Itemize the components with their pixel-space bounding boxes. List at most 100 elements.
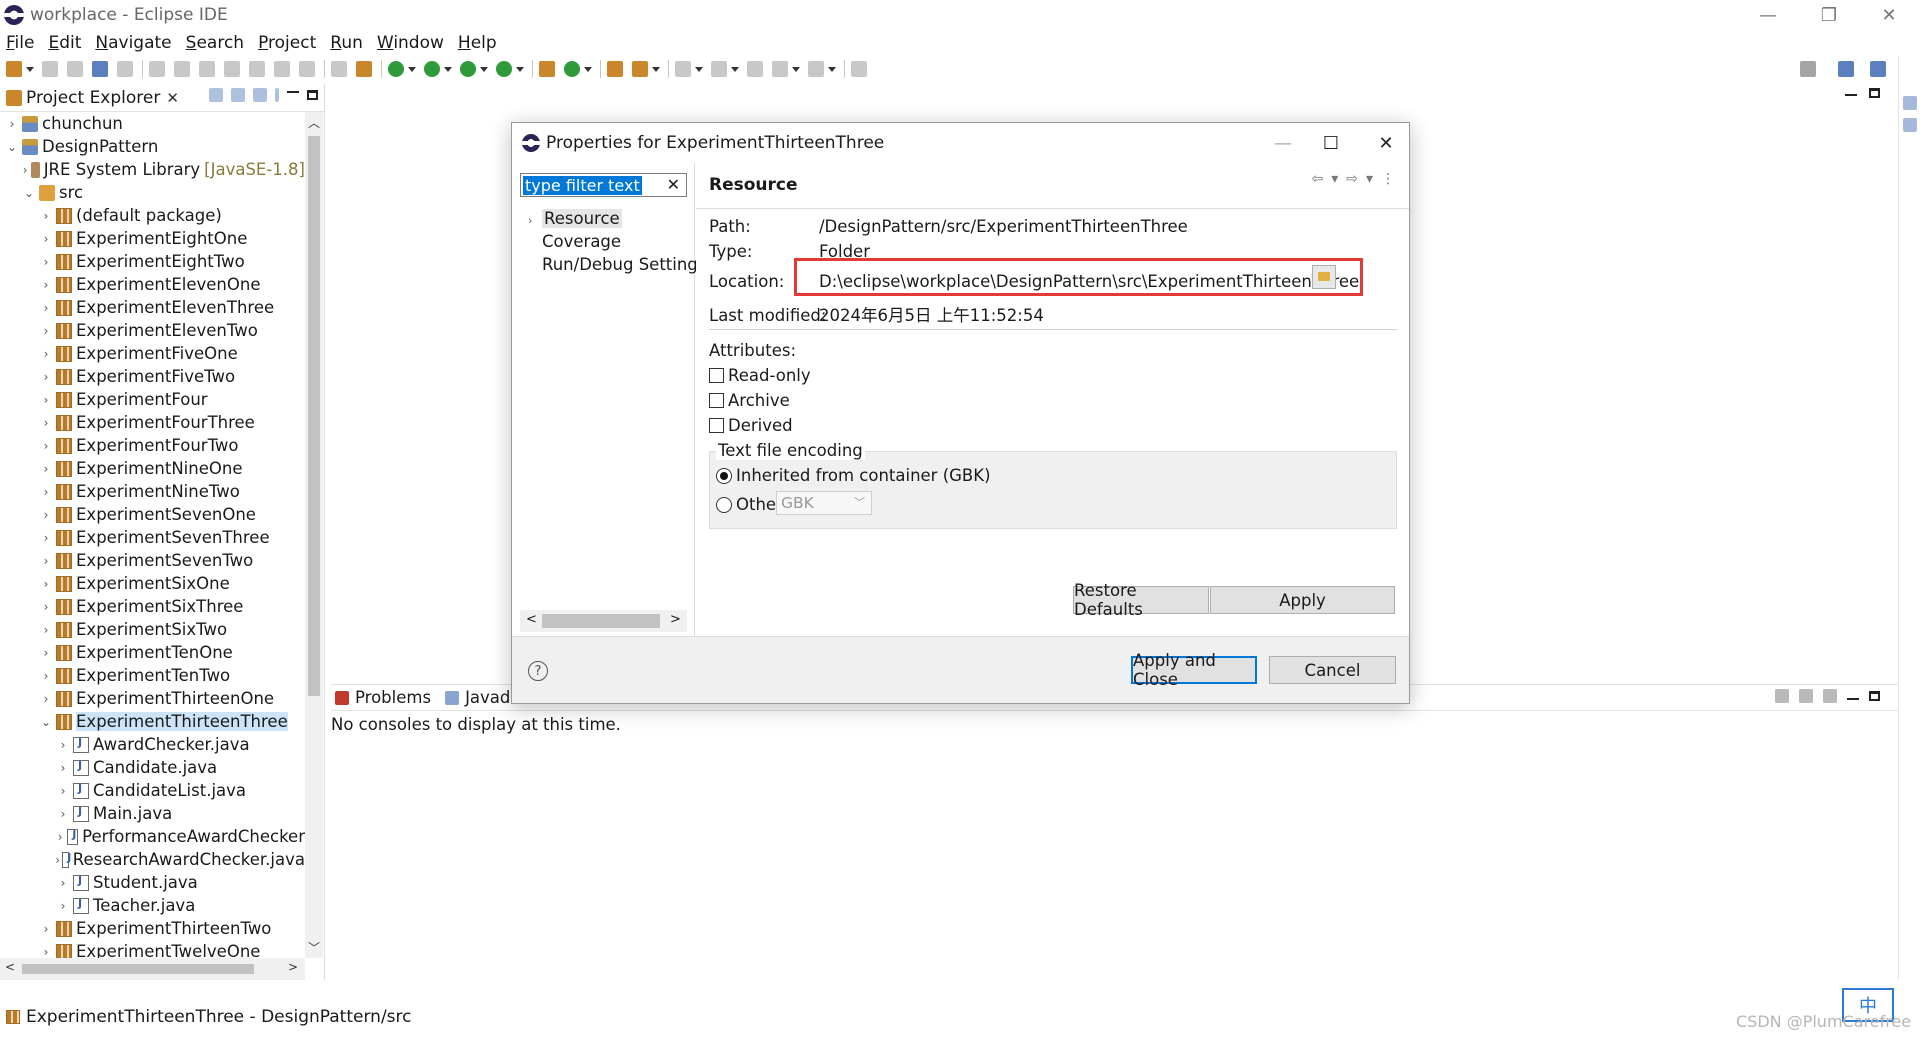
filter-input[interactable]: type filter text ✕ [520,173,687,197]
new-java-package-icon[interactable] [539,61,555,77]
expand-icon[interactable]: › [55,738,71,752]
expand-icon[interactable]: › [38,945,54,959]
expand-icon[interactable]: › [38,370,54,384]
collapse-icon[interactable]: ⌄ [38,715,54,729]
coverage-dropdown-icon[interactable] [480,66,488,72]
expand-icon[interactable]: › [55,853,60,867]
new-class-dropdown-icon[interactable] [584,66,592,72]
previous-annotation-dropdown-icon[interactable] [731,66,739,72]
scroll-left-icon[interactable]: < [526,612,537,627]
help-icon[interactable]: ? [528,661,548,681]
next-annotation-icon[interactable] [675,61,691,77]
scroll-right-icon[interactable]: > [670,612,681,627]
radio-dot[interactable] [716,467,732,484]
nav-horizontal-scrollbar[interactable]: < > [520,610,687,632]
expand-icon[interactable]: › [38,508,54,522]
read-only-checkbox[interactable]: Read-only [709,366,811,385]
debug-dropdown-icon[interactable] [408,66,416,72]
external-tools-icon[interactable] [356,61,372,77]
tree-item[interactable]: › ResearchAwardChecker.java [0,848,305,871]
tree-item[interactable]: › ExperimentTenOne [0,641,305,664]
dialog-maximize-button[interactable]: ☐ [1308,123,1354,163]
expand-icon[interactable]: › [38,439,54,453]
tree-item[interactable]: › ExperimentSixThree [0,595,305,618]
expand-icon[interactable]: › [55,807,71,821]
outline-icon[interactable] [1903,118,1917,132]
menu-search[interactable]: Search [186,33,244,53]
tree-item[interactable]: › ExperimentElevenTwo [0,319,305,342]
menu-edit[interactable]: Edit [48,33,81,53]
nav-item-run-debug-settings[interactable]: Run/Debug Setting [528,255,698,274]
tree-item[interactable]: › ExperimentFiveTwo [0,365,305,388]
previous-annotation-icon[interactable] [711,61,727,77]
save-all-icon[interactable] [67,61,83,77]
open-perspective-icon[interactable] [1838,61,1854,77]
expand-icon[interactable]: › [38,692,54,706]
tree-vertical-scrollbar[interactable]: ︿ ﹀ [305,112,323,958]
tree-item[interactable]: › ExperimentTwelveOne [0,940,305,958]
tree-item[interactable]: › ExperimentFiveOne [0,342,305,365]
nav-item-coverage[interactable]: Coverage [528,232,621,251]
tree-item[interactable]: › ExperimentTenTwo [0,664,305,687]
external-run-icon[interactable] [496,61,512,77]
radio-dot[interactable] [716,496,732,513]
debug-icon[interactable] [388,61,404,77]
expand-icon[interactable]: › [38,393,54,407]
expand-icon[interactable]: › [55,899,71,913]
expand-icon[interactable]: › [38,485,54,499]
tree-item[interactable]: › AwardChecker.java [0,733,305,756]
run-dropdown-icon[interactable] [444,66,452,72]
tree-item[interactable]: › JRE System Library [JavaSE-1.8] [0,158,305,181]
tree-item[interactable]: ⌄ ExperimentThirteenThree [0,710,305,733]
last-edit-icon[interactable] [747,61,763,77]
coverage-icon[interactable] [460,61,476,77]
run-icon[interactable] [424,61,440,77]
forward-icon[interactable]: ⇨ [1346,171,1358,187]
expand-icon[interactable]: › [38,646,54,660]
collapse-icon[interactable]: ⌄ [4,140,20,154]
scroll-down-icon[interactable]: ﹀ [305,939,323,956]
new-icon[interactable] [6,61,22,77]
expand-icon[interactable]: › [38,232,54,246]
save-icon[interactable] [42,61,58,77]
cancel-button[interactable]: Cancel [1269,656,1396,684]
tree-item[interactable]: › ExperimentThirteenOne [0,687,305,710]
menu-help[interactable]: Help [458,33,497,53]
minimize-button[interactable]: — [1745,0,1791,30]
view-menu-icon[interactable] [275,88,279,102]
maximize-view-icon[interactable] [307,90,318,100]
scroll-right-icon[interactable]: > [288,960,298,974]
scroll-left-icon[interactable]: < [5,960,15,974]
pin-editor-icon[interactable] [851,61,867,77]
tree-item[interactable]: › ExperimentFourThree [0,411,305,434]
step-return-icon[interactable] [299,61,315,77]
expand-icon[interactable]: › [38,278,54,292]
new-dropdown-icon[interactable] [26,66,34,72]
java-perspective-icon[interactable] [1870,61,1886,77]
expand-icon[interactable]: › [55,876,71,890]
expand-icon[interactable]: › [4,117,20,131]
close-icon[interactable]: ✕ [166,89,179,107]
checkbox-box[interactable] [709,418,724,433]
restore-button[interactable]: ❐ [1806,0,1852,30]
tree-item[interactable]: › Teacher.java [0,894,305,917]
forward-dropdown-icon[interactable] [828,66,836,72]
expand-icon[interactable]: › [38,324,54,338]
checkbox-box[interactable] [709,368,724,383]
menu-run[interactable]: Run [330,33,363,53]
derived-checkbox[interactable]: Derived [709,416,793,435]
tree-item[interactable]: ⌄ src [0,181,305,204]
tree-item[interactable]: › (default package) [0,204,305,227]
link-with-editor-icon[interactable] [231,88,245,102]
scroll-up-icon[interactable]: ︿ [305,114,323,131]
back-icon[interactable] [772,61,788,77]
nav-item-resource[interactable]: › Resource [528,209,622,228]
toggle-block-icon[interactable] [331,61,347,77]
expand-icon[interactable]: › [528,214,542,227]
tree-horizontal-scrollbar[interactable]: < > [0,958,305,980]
more-options-icon[interactable]: ⋮ [1381,171,1395,187]
inherited-encoding-radio[interactable]: Inherited from container (GBK) [716,466,991,485]
expand-icon[interactable]: › [38,209,54,223]
maximize-editor-icon[interactable] [1869,88,1880,98]
minimize-view-icon[interactable] [287,91,299,93]
